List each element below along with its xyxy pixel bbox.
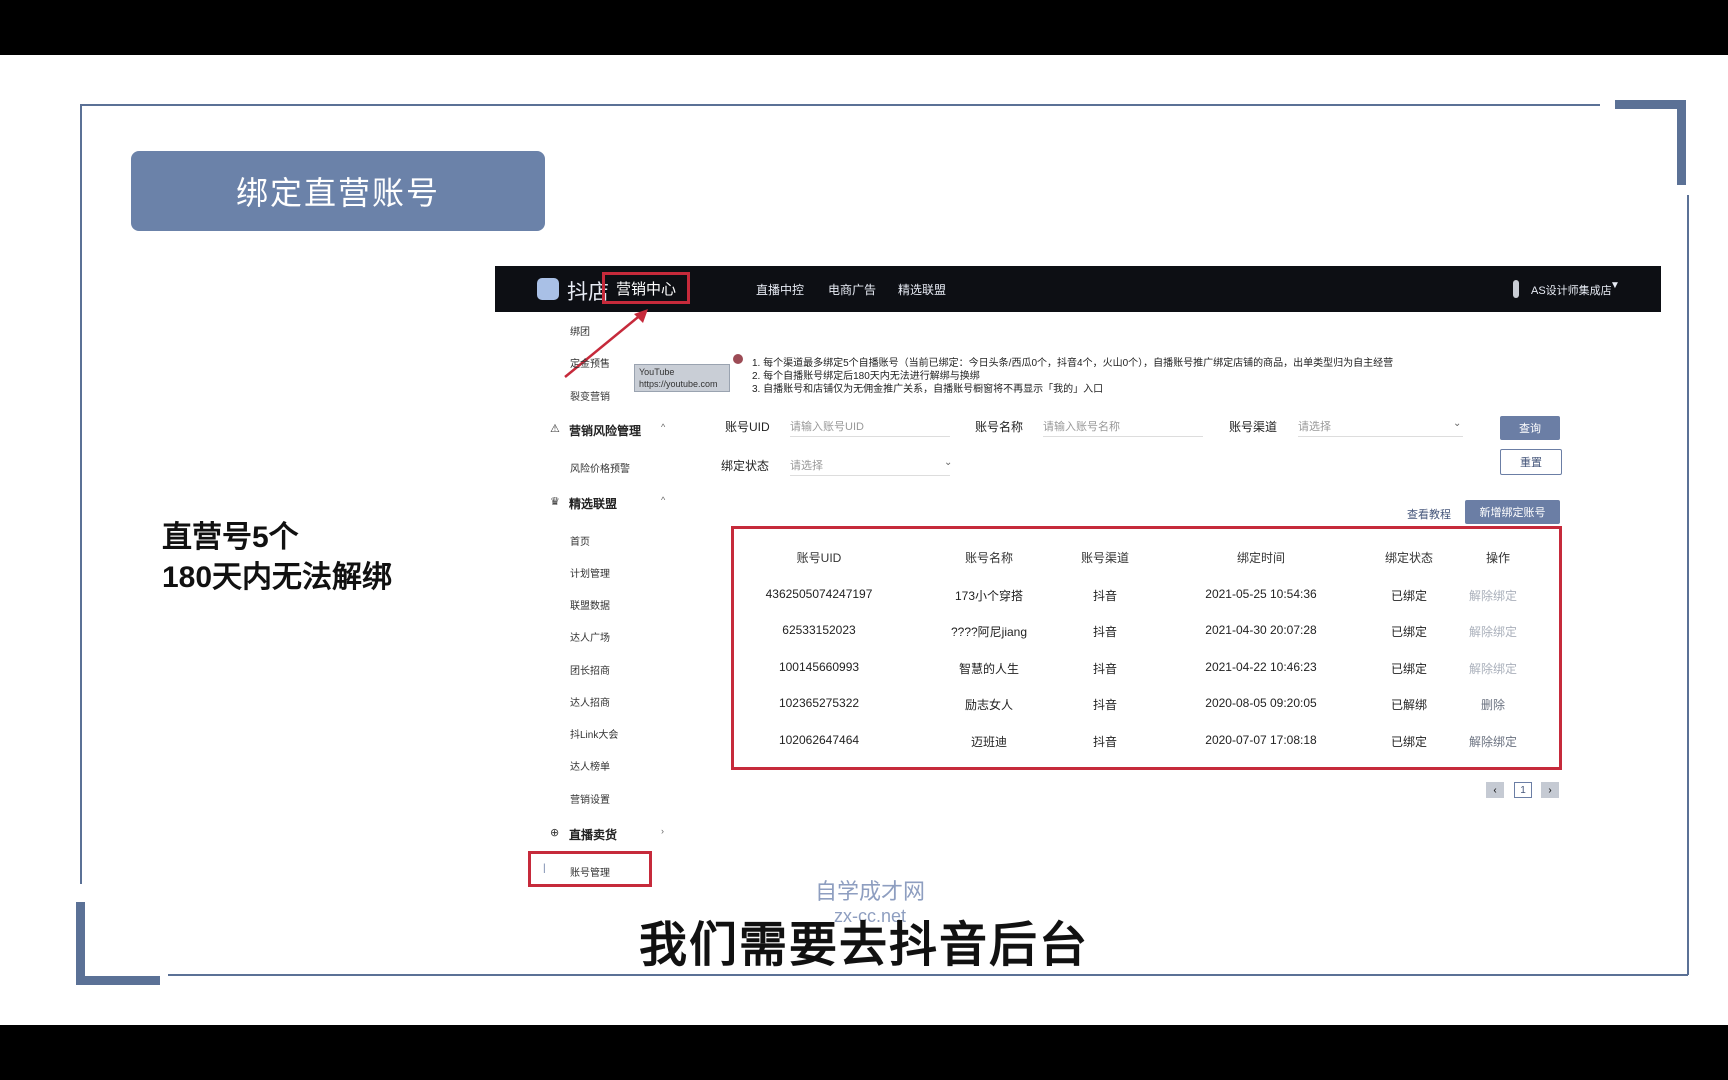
letterbox-bottom	[0, 1025, 1728, 1080]
sidebar-item-fission[interactable]: 裂变营销	[570, 388, 610, 403]
query-button[interactable]: 查询	[1500, 416, 1560, 440]
sidebar-item-marketing-settings[interactable]: 营销设置	[570, 791, 610, 806]
sidebar-item-influencer-recruit[interactable]: 达人招商	[570, 694, 610, 709]
cell-bind-time: 2020-08-05 09:20:05	[1205, 696, 1317, 710]
note-line-2: 180天内无法解绑	[162, 561, 393, 594]
cell-uid: 102365275322	[778, 696, 860, 710]
channel-select[interactable]: 请选择	[1298, 418, 1463, 437]
sidebar-group-risk[interactable]: 营销风险管理	[569, 422, 641, 439]
youtube-badge-line1: YouTube	[639, 367, 675, 377]
prev-page-icon[interactable]: ‹	[1486, 782, 1504, 798]
sidebar-item-plans[interactable]: 计划管理	[570, 565, 610, 580]
shop-avatar-icon	[1513, 280, 1519, 298]
cell-bind-time: 2021-04-22 10:46:23	[1205, 660, 1317, 674]
next-page-icon[interactable]: ›	[1541, 782, 1559, 798]
table-header-channel: 账号渠道	[1080, 551, 1129, 565]
delete-button[interactable]: 删除	[1408, 696, 1578, 713]
uid-input[interactable]: 请输入账号UID	[790, 418, 950, 437]
sidebar-item-influencer-square[interactable]: 达人广场	[570, 629, 610, 644]
shop-name[interactable]: AS设计师集成店	[1531, 282, 1612, 298]
cell-bind-time: 2020-07-07 17:08:18	[1205, 733, 1317, 747]
sidebar-item-alliance-data[interactable]: 联盟数据	[570, 597, 610, 612]
sidebar-item-influencer-ranking[interactable]: 达人榜单	[570, 758, 610, 773]
info-icon	[733, 354, 743, 364]
status-select[interactable]: 请选择	[790, 457, 950, 476]
table-header-bind-time: 绑定时间	[1236, 551, 1285, 565]
cell-bind-time: 2021-04-30 20:07:28	[1205, 623, 1317, 637]
slide-note: 直营号5个 180天内无法解绑	[162, 518, 392, 598]
cell-channel: 抖音	[1092, 625, 1117, 639]
cell-channel: 抖音	[1092, 698, 1117, 712]
cell-bind-time: 2021-05-25 10:54:36	[1205, 587, 1317, 601]
nav-ecommerce-ads[interactable]: 电商广告	[828, 281, 876, 298]
warning-icon: ⚠	[550, 423, 560, 435]
youtube-badge-line2: https://youtube.com	[639, 379, 718, 389]
sidebar-item-group-buy[interactable]: 绑团	[570, 323, 590, 338]
sidebar-group-live-sales[interactable]: 直播卖货	[569, 826, 617, 843]
add-account-button[interactable]: 新增绑定账号	[1465, 500, 1560, 524]
unbind-button[interactable]: 解除绑定	[1408, 623, 1578, 640]
note-line-1: 直营号5个	[162, 521, 299, 554]
name-label: 账号名称	[975, 420, 1024, 434]
chevron-up-icon[interactable]: ^	[661, 422, 665, 432]
slide-title: 绑定直营账号	[131, 151, 545, 231]
unbind-button[interactable]: 解除绑定	[1408, 587, 1578, 604]
frame-corner-top-right	[1615, 100, 1686, 185]
sidebar-item-price-alert[interactable]: 风险价格预警	[570, 460, 630, 475]
status-label: 绑定状态	[721, 459, 770, 473]
unbind-button[interactable]: 解除绑定	[1408, 733, 1578, 750]
table-header-uid: 账号UID	[796, 551, 842, 565]
live-icon: ⊕	[550, 827, 560, 839]
uid-label: 账号UID	[725, 420, 770, 434]
letterbox-top	[0, 0, 1728, 55]
cell-channel: 抖音	[1092, 589, 1117, 603]
unbind-button[interactable]: 解除绑定	[1408, 660, 1578, 677]
frame-top	[80, 104, 1600, 106]
cell-uid: 62533152023	[782, 623, 856, 637]
top-nav-bar: 抖店 营销中心 直播中控 电商广告 精选联盟 AS设计师集成店 ▼	[495, 266, 1661, 312]
sidebar-group-alliance[interactable]: 精选联盟	[569, 495, 617, 512]
chevron-down-icon[interactable]: ⌄	[1453, 418, 1461, 429]
cell-uid: 102062647464	[778, 733, 860, 747]
video-subtitle: 我们需要去抖音后台	[638, 919, 1089, 972]
table-header-action: 操作	[1485, 551, 1510, 565]
chevron-icon[interactable]: ›	[661, 826, 664, 836]
youtube-watermark-badge: YouTube https://youtube.com	[634, 364, 730, 392]
chevron-down-icon[interactable]: ▼	[1610, 280, 1620, 291]
sidebar-item-presale[interactable]: 定金预售	[570, 355, 610, 370]
nav-live-control[interactable]: 直播中控	[756, 281, 804, 298]
nav-marketing-center[interactable]: 营销中心	[602, 272, 690, 304]
page-number[interactable]: 1	[1514, 782, 1532, 798]
sidebar-item-link-conference[interactable]: 抖Link大会	[570, 726, 618, 741]
active-indicator-icon: |	[543, 863, 546, 874]
cell-uid: 4362505074247197	[765, 587, 873, 601]
cell-channel: 抖音	[1092, 662, 1117, 676]
crown-icon: ♛	[550, 496, 560, 508]
tutorial-link[interactable]: 查看教程	[1407, 506, 1451, 522]
frame-right	[1687, 195, 1689, 975]
account-table: 账号UID 账号名称 账号渠道 绑定时间 绑定状态 操作 43625050742…	[731, 526, 1562, 770]
channel-label: 账号渠道	[1229, 420, 1278, 434]
reset-button[interactable]: 重置	[1500, 449, 1562, 475]
frame-left	[80, 104, 82, 884]
chevron-up-icon[interactable]: ^	[661, 495, 665, 505]
cell-channel: 抖音	[1092, 735, 1117, 749]
name-input[interactable]: 请输入账号名称	[1043, 418, 1203, 437]
nav-selected-alliance[interactable]: 精选联盟	[898, 281, 946, 298]
doudian-logo-icon	[537, 278, 559, 300]
notice-line-3: 3. 自播账号和店铺仅为无佣金推广关系，自播账号橱窗将不再显示「我的」入口	[752, 384, 1104, 395]
watermark-line-1: 自学成才网	[814, 879, 925, 904]
sidebar-item-home[interactable]: 首页	[570, 533, 590, 548]
sidebar-item-account-management[interactable]: 账号管理	[570, 864, 610, 879]
sidebar-item-leader-recruit[interactable]: 团长招商	[570, 662, 610, 677]
cell-uid: 100145660993	[778, 660, 860, 674]
chevron-down-icon[interactable]: ⌄	[944, 457, 952, 468]
